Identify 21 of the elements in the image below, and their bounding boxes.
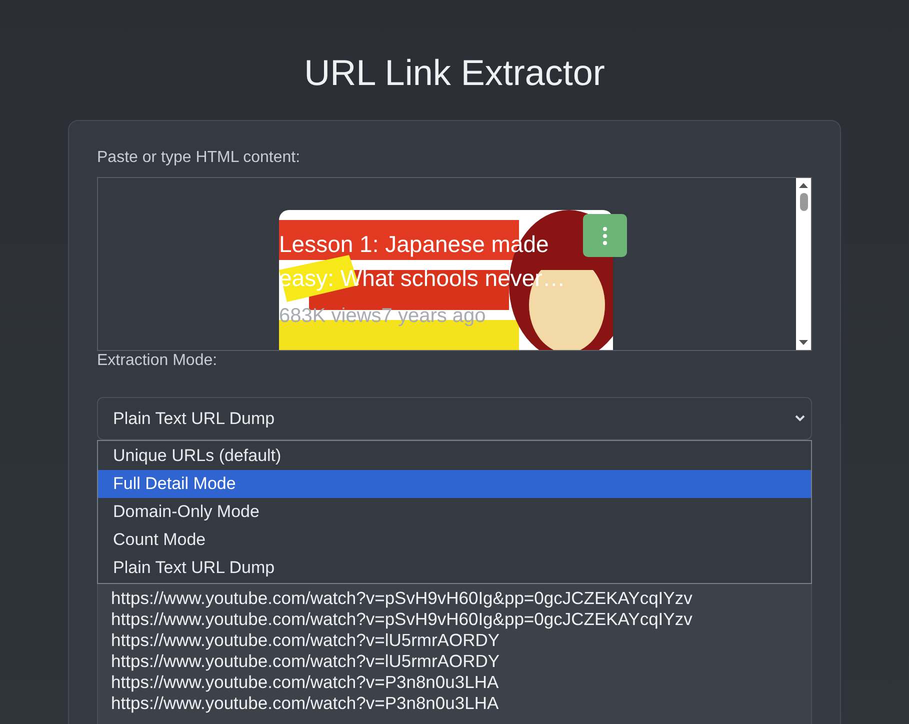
url-line: https://www.youtube.com/watch?v=lU5rmrAORDY [111, 651, 501, 672]
scroll-down-icon[interactable] [799, 340, 808, 346]
url-line: https://www.youtube.com/watch?v=P3n8n0u3LHA [111, 693, 500, 714]
dropdown-option[interactable]: Count Mode [98, 526, 811, 554]
dropdown-option[interactable]: Domain-Only Mode [98, 498, 811, 526]
url-line: https://www.youtube.com/watch?v=pSvH9vH60Ig&pp=0gcJCZEKAYcqIYzv [111, 609, 694, 630]
chevron-icon [795, 415, 805, 422]
mode-label: Extraction Mode: [97, 351, 218, 371]
url-line: https://www.youtube.com/watch?v=lU5rmrAORDY [111, 630, 501, 651]
scroll-thumb[interactable] [800, 193, 808, 211]
url-line: https://www.youtube.com/watch?v=P3n8n0u3LHA [111, 672, 500, 693]
mode-select[interactable]: Plain Text URL Dump [97, 397, 812, 440]
url-line: https://www.youtube.com/watch?v=pSvH9vH60Ig&pp=0gcJCZEKAYcqIYzv [111, 588, 694, 609]
page-title: URL Link Extractor [304, 51, 605, 95]
scroll-up-icon[interactable] [799, 182, 808, 188]
menu-icon [603, 226, 607, 244]
dropdown-option[interactable]: Plain Text URL Dump [98, 554, 811, 582]
scrollbar[interactable] [796, 178, 811, 350]
input-label: Paste or type HTML content: [97, 148, 302, 168]
dropdown-option[interactable]: Unique URLs (default) [98, 442, 811, 470]
dropdown-option[interactable]: Full Detail Mode [98, 470, 811, 498]
